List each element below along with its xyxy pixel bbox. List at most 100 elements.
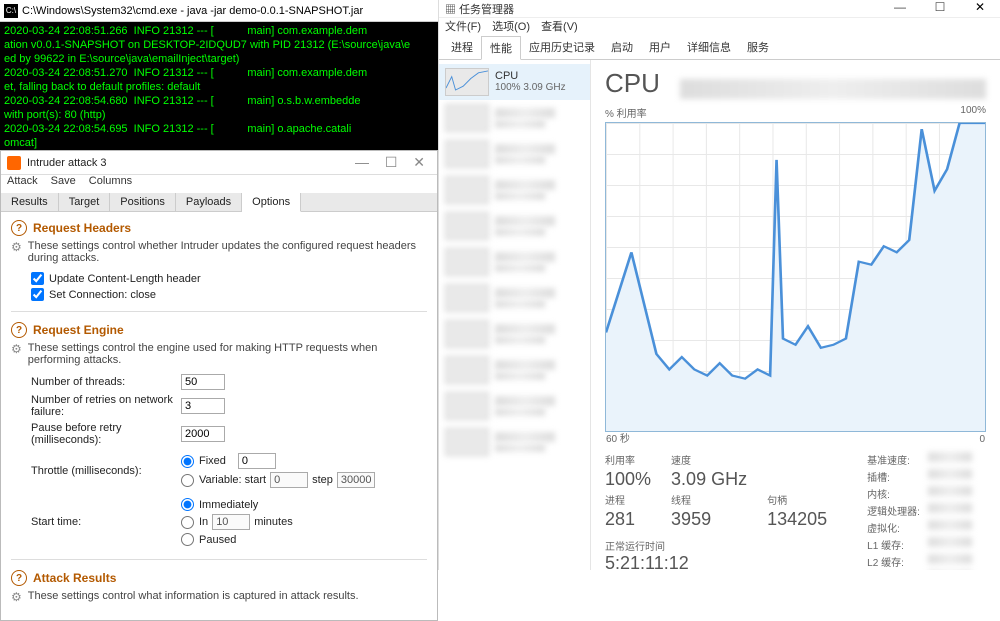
x-left: 60 秒 [606,430,630,445]
input-threads[interactable] [181,374,225,390]
lbl-proc: 进程 [605,492,651,507]
section-request-engine: Request Engine [11,322,427,338]
val-thr: 3959 [671,509,747,530]
lbl-start-paused: Paused [199,534,236,546]
cpu-chart: 60 秒 0 [605,122,986,432]
sidebar-item-hidden[interactable] [439,208,590,244]
sidebar-cpu-name: CPU [495,70,566,82]
lbl-throttle-variable: Variable: start [199,474,266,486]
sidebar-item-cpu[interactable]: CPU100% 3.09 GHz [439,64,590,100]
intruder-tabs: Results Target Positions Payloads Option… [1,193,437,212]
lbl-thr: 线程 [671,492,747,507]
cmd-titlebar[interactable]: C:\ C:\Windows\System32\cmd.exe - java -… [0,0,438,22]
sidebar-item-hidden[interactable] [439,100,590,136]
task-manager-window: ▦ 任务管理器 — ☐ ✕ 文件(F) 选项(O) 查看(V) 进程 性能 应用… [438,0,1000,570]
val-speed: 3.09 GHz [671,469,747,490]
tmtab-apphistory[interactable]: 应用历史记录 [521,36,603,59]
tmtab-services[interactable]: 服务 [739,36,777,59]
tab-results[interactable]: Results [1,193,59,211]
tmtab-users[interactable]: 用户 [641,36,679,59]
menu-options[interactable]: 选项(O) [492,21,530,33]
maximize-button[interactable]: ☐ [920,0,960,17]
lbl-update-content-length: Update Content-Length header [49,273,201,285]
chk-set-connection-close[interactable] [31,288,44,301]
lbl-start-time: Start time: [31,516,181,528]
tm-title: ▦ 任务管理器 [439,0,520,17]
lbl-l2: L2 缓存: [867,554,920,569]
lbl-util: 利用率 [605,452,651,467]
val-l1 [928,537,972,547]
menu-columns[interactable]: Columns [89,175,132,187]
menu-save[interactable]: Save [51,175,76,187]
tm-sidebar: CPU100% 3.09 GHz [439,60,591,570]
sidebar-item-hidden[interactable] [439,172,590,208]
tmtab-performance[interactable]: 性能 [481,36,521,60]
section-request-headers: Request Headers [11,220,427,236]
close-button[interactable]: ✕ [960,0,1000,17]
lbl-retries: Number of retries on network failure: [31,394,181,418]
tmtab-startup[interactable]: 启动 [603,36,641,59]
tm-menu[interactable]: 文件(F) 选项(O) 查看(V) [439,18,1000,36]
lbl-pause: Pause before retry (milliseconds): [31,422,181,446]
input-start-in[interactable] [212,514,250,530]
menu-file[interactable]: 文件(F) [445,21,481,33]
input-throttle-step[interactable] [337,472,375,488]
stats-right: 基准速度: 插槽: 内核: 逻辑处理器: 虚拟化: L1 缓存: L2 缓存: … [867,452,972,570]
input-throttle-fixed[interactable] [238,453,276,469]
tm-tabs: 进程 性能 应用历史记录 启动 用户 详细信息 服务 [439,36,1000,60]
sidebar-item-hidden[interactable] [439,352,590,388]
tmtab-processes[interactable]: 进程 [443,36,481,59]
tab-positions[interactable]: Positions [110,193,176,211]
sidebar-item-hidden[interactable] [439,244,590,280]
cpu-model: processor model [680,79,986,99]
tmtab-details[interactable]: 详细信息 [679,36,739,59]
input-pause[interactable] [181,426,225,442]
val-lproc [928,503,972,513]
val-proc: 281 [605,509,651,530]
menu-attack[interactable]: Attack [7,175,38,187]
val-uptime: 5:21:11:12 [605,553,827,570]
desc-attack-results: These settings control what information … [11,590,427,604]
tm-titlebar[interactable]: ▦ 任务管理器 — ☐ ✕ [439,0,1000,18]
val-hnd: 134205 [767,509,827,530]
window-controls[interactable]: — ☐ ✕ [355,154,431,171]
lbl-uptime: 正常运行时间 [605,538,827,553]
radio-throttle-fixed[interactable] [181,455,194,468]
sidebar-item-hidden[interactable] [439,424,590,460]
cpu-line [606,123,985,431]
intruder-title: Intruder attack 3 [27,157,107,169]
radio-start-paused[interactable] [181,533,194,546]
val-sock [928,469,972,479]
lbl-throttle: Throttle (milliseconds): [31,465,181,477]
radio-start-in[interactable] [181,516,194,529]
tm-window-controls: — ☐ ✕ [880,0,1000,17]
tab-options[interactable]: Options [242,193,301,212]
sidebar-item-hidden[interactable] [439,280,590,316]
lbl-threads: Number of threads: [31,376,181,388]
lbl-minutes: minutes [254,516,293,528]
lbl-set-connection-close: Set Connection: close [49,289,156,301]
lbl-start-in: In [199,516,208,528]
tab-target[interactable]: Target [59,193,111,211]
section-attack-results: Attack Results [11,570,427,586]
y-label: % 利用率 [605,105,647,120]
radio-start-immediately[interactable] [181,498,194,511]
chk-update-content-length[interactable] [31,272,44,285]
burp-icon [7,156,21,170]
cpu-heading: CPU [605,68,660,99]
tab-payloads[interactable]: Payloads [176,193,242,211]
radio-throttle-variable[interactable] [181,474,194,487]
intruder-menu[interactable]: Attack Save Columns [1,175,437,193]
menu-view[interactable]: 查看(V) [541,21,578,33]
x-right: 0 [979,434,985,445]
input-retries[interactable] [181,398,225,414]
lbl-virt: 虚拟化: [867,520,920,535]
input-throttle-start[interactable] [270,472,308,488]
sidebar-cpu-sub: 100% 3.09 GHz [495,82,566,94]
sidebar-item-hidden[interactable] [439,316,590,352]
minimize-button[interactable]: — [880,0,920,17]
cmd-output: 2020-03-24 22:08:51.266 INFO 21312 --- [… [0,22,438,150]
sidebar-item-hidden[interactable] [439,136,590,172]
intruder-titlebar[interactable]: Intruder attack 3 — ☐ ✕ [1,151,437,175]
sidebar-item-hidden[interactable] [439,388,590,424]
